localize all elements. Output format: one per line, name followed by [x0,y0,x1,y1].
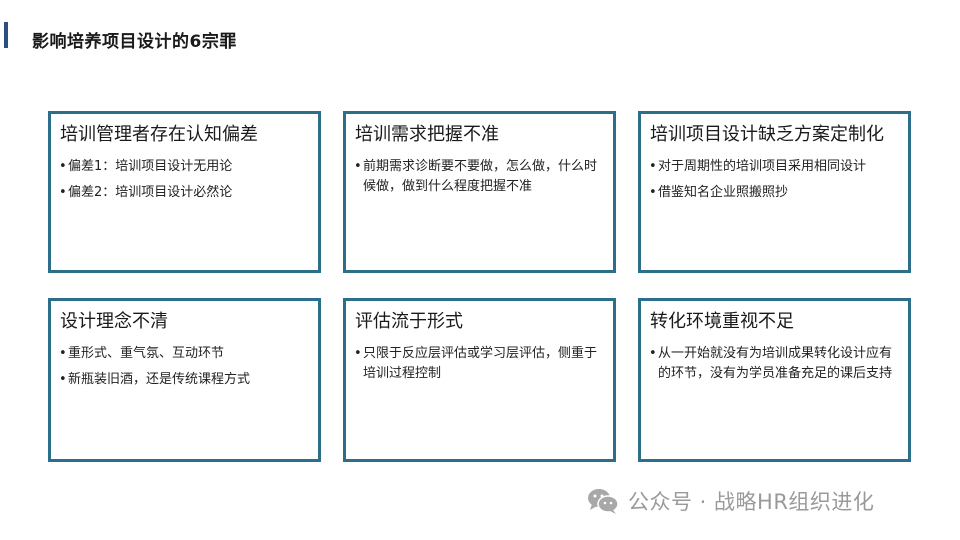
list-item: • 从一开始就没有为培训成果转化设计应有的环节，没有为学员准备充足的课后支持 [649,346,893,381]
card-title: 培训需求把握不准 [355,124,499,145]
card-list: • 前期需求诊断要不要做，怎么做，什么时候做，做到什么程度把握不准 [354,157,605,197]
bullet: • [59,185,67,200]
watermark: 公众号 · 战略HR组织进化 [586,484,874,518]
card-design-concept: 设计理念不清 • 重形式、重气氛、互动环节 • 新瓶装旧酒，还是传统课程方式 [48,298,321,462]
card-list: • 对于周期性的培训项目采用相同设计 • 借鉴知名企业照搬照抄 [649,157,900,203]
list-item: • 前期需求诊断要不要做，怎么做，什么时候做，做到什么程度把握不准 [354,159,598,194]
bullet: • [354,346,362,361]
bullet: • [59,159,67,174]
bullet: • [59,346,67,361]
bullet: • [649,159,657,174]
watermark-text: 公众号 · 战略HR组织进化 [628,490,875,514]
card-transfer-environment: 转化环境重视不足 • 从一开始就没有为培训成果转化设计应有的环节，没有为学员准备充… [638,298,911,462]
card-title: 评估流于形式 [355,311,463,332]
list-item: • 只限于反应层评估或学习层评估，侧重于培训过程控制 [354,346,598,381]
bullet: • [649,185,657,200]
list-item: • 新瓶装旧酒，还是传统课程方式 [59,370,310,390]
card-list: • 偏差1：培训项目设计无用论 • 偏差2：培训项目设计必然论 [59,157,310,203]
title-accent-bar [4,22,8,48]
list-item: • 重形式、重气氛、互动环节 [59,344,310,364]
list-item: • 偏差2：培训项目设计必然论 [59,183,310,203]
card-evaluation: 评估流于形式 • 只限于反应层评估或学习层评估，侧重于培训过程控制 [343,298,616,462]
card-title: 转化环境重视不足 [650,311,794,332]
card-cognitive-bias: 培训管理者存在认知偏差 • 偏差1：培训项目设计无用论 • 偏差2：培训项目设计必然… [48,111,321,273]
card-title: 设计理念不清 [60,311,168,332]
card-customization: 培训项目设计缺乏方案定制化 • 对于周期性的培训项目采用相同设计 • 借鉴知名企业照… [638,111,911,273]
page-title: 影响培养项目设计的6宗罪 [32,32,237,52]
bullet: • [354,159,362,174]
list-item: • 偏差1：培训项目设计无用论 [59,157,310,177]
bullet: • [59,372,67,387]
list-item: • 借鉴知名企业照搬照抄 [649,183,900,203]
card-needs-assessment: 培训需求把握不准 • 前期需求诊断要不要做，怎么做，什么时候做，做到什么程度把握不… [343,111,616,273]
list-item: • 对于周期性的培训项目采用相同设计 [649,157,900,177]
card-title: 培训管理者存在认知偏差 [60,124,258,145]
wechat-icon [588,489,619,514]
card-list: • 只限于反应层评估或学习层评估，侧重于培训过程控制 [354,344,605,384]
card-list: • 重形式、重气氛、互动环节 • 新瓶装旧酒，还是传统课程方式 [59,344,310,390]
card-list: • 从一开始就没有为培训成果转化设计应有的环节，没有为学员准备充足的课后支持 [649,344,900,384]
card-title: 培训项目设计缺乏方案定制化 [650,124,884,145]
bullet: • [649,346,657,361]
